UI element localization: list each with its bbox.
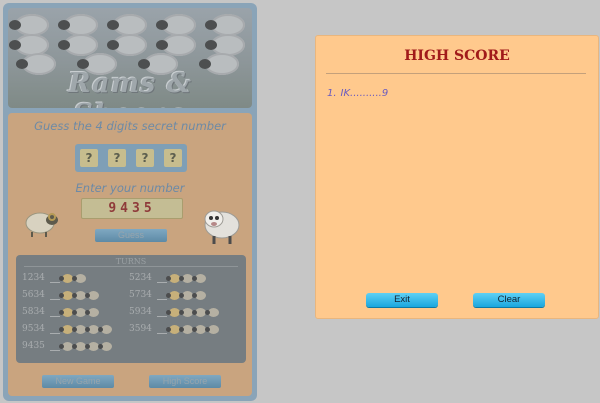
sheep-image [204, 14, 245, 36]
game-panel: Rams & Sheeps Guess the 4 digits secret … [3, 3, 257, 401]
turn-row: 1234 [22, 271, 86, 285]
turn-number: 5234 [129, 273, 152, 283]
turn-row: 9435 [22, 339, 112, 353]
turn-number: 5934 [129, 307, 152, 317]
turn-number: 1234 [22, 273, 45, 283]
sheep-image [155, 14, 196, 36]
turn-number: 5634 [22, 290, 45, 300]
clear-button[interactable]: Clear [473, 293, 545, 307]
turn-number: 3594 [129, 324, 152, 334]
new-game-button[interactable]: New Game [42, 375, 114, 388]
game-title: Rams & Sheeps [67, 68, 193, 108]
sheep-icon [98, 341, 112, 351]
turns-panel: TURNS 1234 5634 5834 9534 9435 5234 5734 5934 35… [16, 255, 246, 363]
turns-title: TURNS [115, 257, 147, 266]
score-rank: 1. [327, 88, 337, 99]
sheep-icon [85, 290, 99, 300]
sheep-icon [192, 273, 206, 283]
turn-row: 5934 [129, 305, 219, 319]
secret-digit: ? [80, 149, 98, 167]
number-input[interactable]: 9435 [81, 198, 183, 219]
sheep-illustration [204, 210, 240, 244]
high-score-entry: 1. IK..........9 [327, 88, 388, 99]
turns-divider [24, 266, 238, 267]
secret-digit: ? [108, 149, 126, 167]
secret-digit: ? [164, 149, 182, 167]
dialog-divider [326, 73, 586, 74]
exit-button[interactable]: Exit [366, 293, 438, 307]
guess-prompt: Guess the 4 digits secret number [34, 119, 226, 133]
sheep-image [9, 14, 50, 36]
turn-row: 3594 [129, 322, 219, 336]
enter-number-label: Enter your number [75, 181, 185, 195]
sheep-icon [72, 273, 86, 283]
ram-illustration [25, 212, 58, 237]
secret-digit: ? [136, 149, 154, 167]
sheep-image [106, 14, 147, 36]
turn-row: 5634 [22, 288, 99, 302]
turn-number: 5734 [129, 290, 152, 300]
sheep-icon [192, 290, 206, 300]
sheep-icon [205, 324, 219, 334]
turn-row: 9534 [22, 322, 112, 336]
guess-button[interactable]: Guess [95, 229, 167, 242]
turn-number: 9435 [22, 341, 45, 351]
sheep-icon [98, 324, 112, 334]
sheep-icon [205, 307, 219, 317]
score-text: IK..........9 [340, 88, 389, 99]
turn-number: 9534 [22, 324, 45, 334]
secret-number: ? ? ? ? [75, 144, 187, 172]
high-score-button[interactable]: High Score [149, 375, 221, 388]
dialog-title: HIGH SCORE [404, 48, 510, 64]
game-board: Guess the 4 digits secret number ? ? ? ?… [8, 113, 252, 396]
sheep-icon [85, 307, 99, 317]
turn-row: 5834 [22, 305, 99, 319]
sheep-image [58, 14, 99, 36]
turn-row: 5234 [129, 271, 206, 285]
high-score-dialog: HIGH SCORE 1. IK..........9 Exit Clear [315, 35, 599, 319]
turn-row: 5734 [129, 288, 206, 302]
turn-number: 5834 [22, 307, 45, 317]
game-banner: Rams & Sheeps [8, 8, 252, 108]
